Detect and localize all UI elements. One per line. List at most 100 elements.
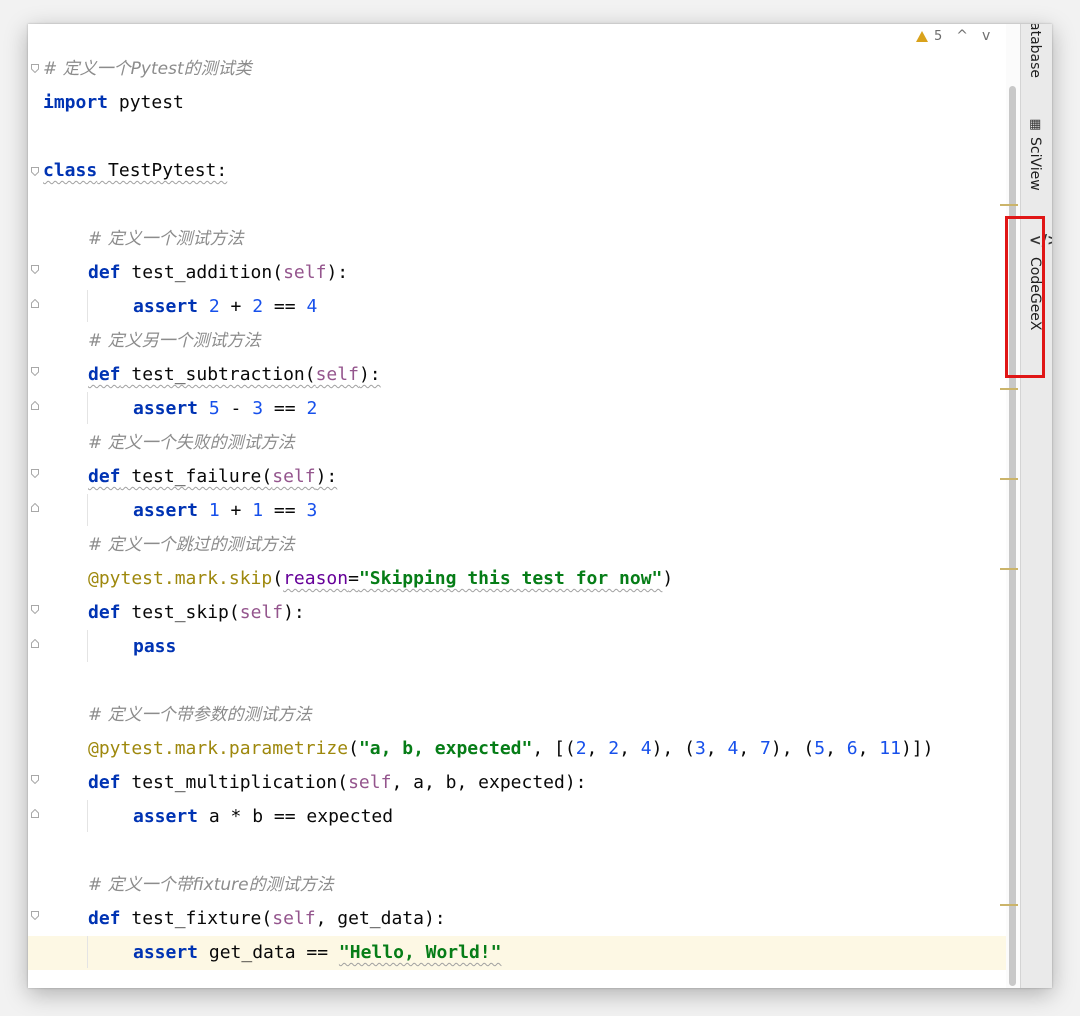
ide-window: # 定义一个Pytest的测试类 import pytest class Tes… (28, 24, 1052, 988)
module-name: pytest (108, 92, 184, 113)
indent-guide (87, 290, 88, 322)
fold-start-icon[interactable] (31, 605, 39, 614)
comment-hash: # (43, 59, 63, 79)
error-stripe-mark[interactable] (1000, 388, 1018, 390)
code-line: # 定义一个跳过的测试方法 (88, 528, 295, 562)
fold-end-icon[interactable] (31, 639, 39, 648)
right-tool-window-bar: atabase ▦ SciView </> CodeGeeX (1020, 24, 1052, 988)
comment: # 定义另一个测试方法 (88, 331, 261, 351)
code-line: @pytest.mark.parametrize("a, b, expected… (88, 732, 933, 766)
function-name: test_failure( (120, 466, 273, 487)
code-editor[interactable]: # 定义一个Pytest的测试类 import pytest class Tes… (28, 24, 1006, 988)
punctuation: ): (315, 466, 338, 487)
error-stripe-mark[interactable] (1000, 904, 1018, 906)
fold-end-icon[interactable] (31, 503, 39, 512)
number: 1 (252, 500, 264, 521)
number: 5 (208, 398, 220, 419)
keyword: def (88, 772, 121, 793)
fold-end-icon[interactable] (31, 299, 39, 308)
code-line: assert 1 + 1 == 3 (133, 494, 317, 528)
punctuation: ( (272, 568, 284, 589)
fold-start-icon[interactable] (31, 167, 39, 176)
punctuation: ): (358, 364, 381, 385)
punctuation: )]) (900, 738, 934, 759)
function-name: test_skip( (120, 602, 240, 623)
code-line: # 定义一个测试方法 (88, 222, 244, 256)
parameters: , get_data): (315, 908, 446, 929)
comment: # 定义一个失败的测试方法 (88, 433, 295, 453)
punctuation: , (619, 738, 641, 759)
keyword: def (88, 262, 121, 283)
self-param: self (239, 602, 284, 623)
number: 11 (879, 738, 901, 759)
punctuation: ): (326, 262, 349, 283)
fold-end-icon[interactable] (31, 809, 39, 818)
number: 2 (608, 738, 620, 759)
indent-guide (87, 800, 88, 832)
indent-guide (87, 392, 88, 424)
code-line: def test_multiplication(self, a, b, expe… (88, 766, 587, 800)
operator: - (219, 398, 253, 419)
expression: a * b == expected (198, 806, 394, 827)
current-code-line: assert get_data == "Hello, World!" (28, 936, 1006, 970)
punctuation: ) (662, 568, 674, 589)
operator: == (263, 500, 307, 521)
punctuation: , (586, 738, 609, 759)
code-line: import pytest (43, 86, 184, 120)
punctuation: , (705, 738, 728, 759)
keyword: assert (133, 296, 199, 317)
number: 2 (208, 296, 220, 317)
function-name: test_multiplication( (120, 772, 349, 793)
inspection-widget[interactable]: 5 ^ v (916, 26, 990, 46)
warning-icon (916, 30, 928, 42)
number: 2 (306, 398, 318, 419)
function-name: test_fixture( (120, 908, 273, 929)
number: 3 (694, 738, 706, 759)
error-stripe-mark[interactable] (1000, 568, 1018, 570)
keyword: def (88, 908, 121, 929)
function-signature: def test_failure(self): (88, 466, 337, 487)
comment: # 定义一个跳过的测试方法 (88, 535, 295, 555)
code-line: def test_addition(self): (88, 256, 348, 290)
class-declaration: class TestPytest: (43, 160, 227, 181)
decorator: @pytest.mark.skip (88, 568, 273, 589)
punctuation: , (825, 738, 847, 759)
error-stripe-mark[interactable] (1000, 478, 1018, 480)
punctuation: , (738, 738, 761, 759)
chevron-up-icon[interactable]: ^ (956, 28, 968, 44)
indent-guide (87, 936, 88, 968)
codegeex-highlight-box (1005, 216, 1045, 378)
error-stripe-mark[interactable] (1000, 204, 1018, 206)
keyword: pass (133, 636, 177, 657)
sciview-icon: ▦ (1029, 117, 1042, 132)
code-line: pass (133, 630, 176, 664)
operator: == (263, 398, 307, 419)
operator: == (263, 296, 307, 317)
operator: = (348, 568, 359, 589)
fold-end-icon[interactable] (31, 401, 39, 410)
code-line: def test_failure(self): (88, 460, 337, 494)
fold-start-icon[interactable] (31, 775, 39, 784)
fold-start-icon[interactable] (31, 367, 39, 376)
fold-start-icon[interactable] (31, 911, 39, 920)
number: 5 (814, 738, 826, 759)
keyword: assert (133, 500, 199, 521)
code-line: def test_subtraction(self): (88, 358, 381, 392)
number: 4 (640, 738, 652, 759)
comment-text: 的测试类 (183, 59, 252, 79)
punctuation: ( (348, 738, 359, 759)
fold-start-icon[interactable] (31, 265, 39, 274)
database-tab[interactable]: atabase (1027, 24, 1043, 78)
number: 1 (208, 500, 220, 521)
keyword: def (88, 364, 121, 385)
comment-text: Pytest (130, 59, 184, 79)
fold-start-icon[interactable] (31, 469, 39, 478)
keyword: import (43, 92, 109, 113)
indent-guide (87, 630, 88, 662)
chevron-down-icon[interactable]: v (982, 28, 990, 44)
operator: + (219, 500, 253, 521)
function-name: test_subtraction( (120, 364, 316, 385)
fold-start-icon[interactable] (31, 64, 39, 73)
sciview-tab[interactable]: SciView (1027, 137, 1043, 191)
editor-gutter (28, 24, 40, 988)
